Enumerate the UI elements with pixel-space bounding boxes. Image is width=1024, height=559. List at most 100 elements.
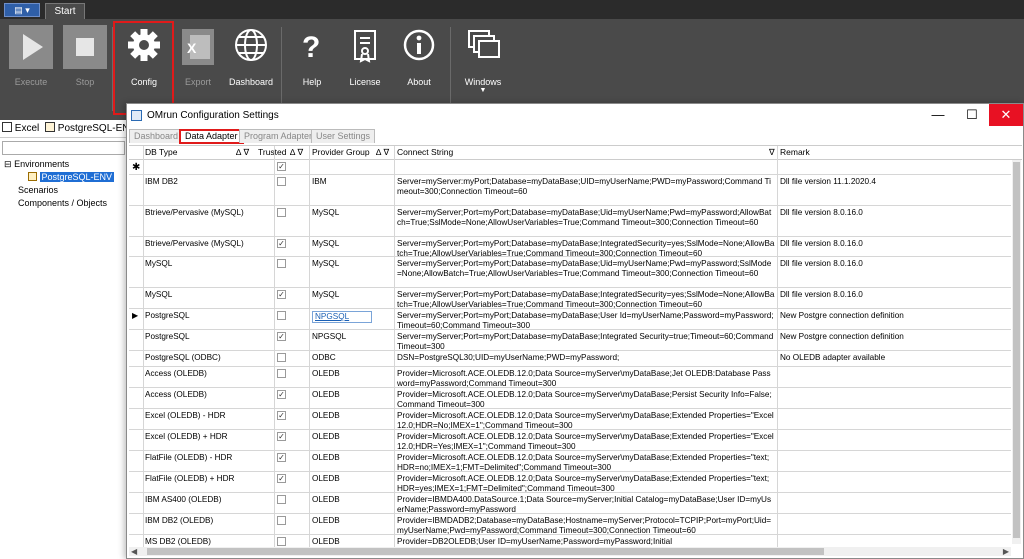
table-row[interactable]: IBM AS400 (OLEDB) OLEDB Provider=IBMDA400.… — [129, 493, 1011, 514]
trusted-checkbox[interactable] — [277, 177, 287, 189]
trusted-checkbox[interactable]: ✓ — [277, 332, 287, 342]
app-menu-button[interactable]: ▤ ▾ — [4, 3, 40, 17]
remark-cell[interactable]: No OLEDB adapter available — [780, 353, 1010, 363]
tab-user-settings[interactable]: User Settings — [311, 129, 376, 143]
table-row[interactable]: MS DB2 (OLEDB) OLEDB Provider=DB2OLEDB;Use… — [129, 535, 1011, 547]
provider-group-cell[interactable]: OLEDB — [312, 432, 394, 442]
trusted-checkbox[interactable]: ✓ — [277, 453, 287, 463]
remark-cell[interactable]: Dll file version 8.0.16.0 — [780, 259, 1010, 269]
scroll-thumb[interactable] — [147, 548, 824, 555]
sort-filter-icon[interactable]: ∆ ∇ — [376, 147, 389, 158]
connect-string-cell[interactable]: Server=myServer;Port=myPort;Database=myD… — [397, 311, 775, 330]
tree-item-postgresql-env[interactable]: PostgreSQL-ENV — [4, 171, 127, 184]
breadcrumb-db[interactable]: PostgreSQL-EN — [58, 123, 127, 134]
scroll-thumb[interactable] — [1013, 162, 1020, 538]
provider-group-cell[interactable]: OLEDB — [312, 474, 394, 484]
table-row[interactable]: FlatFile (OLEDB) + HDR ✓ OLEDB Provider=Mic… — [129, 472, 1011, 493]
column-header-remark[interactable]: Remark — [780, 147, 810, 157]
db-type-cell[interactable]: IBM DB2 (OLEDB) — [145, 516, 281, 526]
connect-string-cell[interactable]: Server=myServer;Port=myPort;Database=myD… — [397, 208, 775, 228]
table-row[interactable]: IBM DB2 IBM Server=myServer:myPort;Databas… — [129, 175, 1011, 206]
new-row[interactable]: ✱ ✓ — [129, 161, 1011, 175]
table-row[interactable]: Excel (OLEDB) + HDR ✓ OLEDB Provider=Micros… — [129, 430, 1011, 451]
db-type-cell[interactable]: Access (OLEDB) — [145, 369, 281, 379]
windows-button[interactable]: Windows ▼ — [458, 25, 508, 105]
minimize-button[interactable]: — — [921, 104, 955, 126]
maximize-button[interactable]: ☐ — [955, 104, 989, 126]
db-type-cell[interactable]: Excel (OLEDB) - HDR — [145, 411, 281, 421]
tab-dashboard[interactable]: Dashboard — [129, 129, 184, 143]
connect-string-cell[interactable]: Provider=Microsoft.ACE.OLEDB.12.0;Data S… — [397, 453, 775, 472]
trusted-checkbox[interactable]: ✓ — [277, 432, 287, 442]
remark-cell[interactable]: Dll file version 8.0.16.0 — [780, 239, 1010, 249]
tab-data-adapter[interactable]: Data Adapter — [179, 129, 244, 144]
sort-filter-icon[interactable]: ∆ ∇ — [290, 147, 303, 158]
trusted-checkbox[interactable] — [277, 353, 287, 365]
provider-group-cell[interactable]: MySQL — [312, 290, 394, 300]
provider-group-cell[interactable]: OLEDB — [312, 495, 394, 505]
tree-item-environments[interactable]: ⊟ Environments — [4, 158, 127, 171]
trusted-checkbox[interactable]: ✓ — [277, 474, 287, 484]
connect-string-cell[interactable]: Provider=Microsoft.ACE.OLEDB.12.0;Data S… — [397, 369, 775, 388]
collapse-icon[interactable]: ⊟ — [4, 159, 12, 169]
tab-program-adapter[interactable]: Program Adapter — [239, 129, 318, 143]
provider-group-cell[interactable]: NPGSQL — [312, 332, 394, 342]
dashboard-button[interactable]: Dashboard — [226, 25, 276, 105]
search-input[interactable] — [2, 141, 125, 155]
sort-filter-icon[interactable]: ∆ ∇ — [236, 147, 249, 158]
remark-cell[interactable]: Dll file version 11.1.2020.4 — [780, 177, 1010, 187]
trusted-checkbox[interactable]: ✓ — [277, 411, 287, 421]
trusted-checkbox[interactable] — [277, 259, 287, 271]
provider-group-cell[interactable]: MySQL — [312, 208, 394, 218]
trusted-checkbox[interactable] — [277, 311, 287, 323]
connect-string-cell[interactable]: Provider=DB2OLEDB;User ID=myUserName;Pas… — [397, 537, 775, 547]
column-header-provider-group[interactable]: Provider Group — [312, 147, 370, 157]
db-type-cell[interactable]: PostgreSQL (ODBC) — [145, 353, 281, 363]
provider-group-cell[interactable]: OLEDB — [312, 369, 394, 379]
trusted-checkbox[interactable] — [277, 516, 287, 528]
trusted-checkbox[interactable] — [277, 537, 287, 547]
db-type-cell[interactable]: FlatFile (OLEDB) - HDR — [145, 453, 281, 463]
trusted-checkbox[interactable]: ✓ — [277, 162, 287, 172]
provider-group-cell[interactable]: MySQL — [312, 259, 394, 269]
db-type-cell[interactable]: Btrieve/Pervasive (MySQL) — [145, 239, 281, 249]
table-row[interactable]: IBM DB2 (OLEDB) OLEDB Provider=IBMDADB2;Da… — [129, 514, 1011, 535]
tree-item-scenarios[interactable]: Scenarios — [4, 184, 127, 197]
db-type-cell[interactable]: MySQL — [145, 290, 281, 300]
table-row[interactable]: MySQL MySQL Server=myServer;Port=myPort;Da… — [129, 257, 1011, 288]
connect-string-cell[interactable]: Provider=IBMDA400.DataSource.1;Data Sour… — [397, 495, 775, 514]
table-row[interactable]: Btrieve/Pervasive (MySQL) ✓ MySQL Server=my… — [129, 237, 1011, 257]
table-row[interactable]: Btrieve/Pervasive (MySQL) MySQL Server=myS… — [129, 206, 1011, 237]
trusted-checkbox[interactable]: ✓ — [277, 239, 287, 249]
trusted-checkbox[interactable] — [277, 369, 287, 381]
stop-button[interactable]: Stop — [60, 25, 110, 105]
connect-string-cell[interactable]: Server=myServer;Port=myPort;Database=myD… — [397, 290, 775, 309]
column-header-trusted[interactable]: Trusted — [258, 147, 287, 157]
provider-group-cell[interactable]: OLEDB — [312, 537, 394, 547]
provider-group-editor[interactable]: NPGSQL — [312, 311, 372, 323]
provider-group-cell[interactable]: OLEDB — [312, 516, 394, 526]
table-row[interactable]: PostgreSQL ✓ NPGSQL Server=myServer;Port=my… — [129, 330, 1011, 351]
db-type-cell[interactable]: IBM AS400 (OLEDB) — [145, 495, 281, 505]
remark-cell[interactable]: New Postgre connection definition — [780, 332, 1010, 342]
tree-item-components[interactable]: Components / Objects — [4, 197, 127, 210]
table-row[interactable]: Access (OLEDB) OLEDB Provider=Microsoft.AC… — [129, 367, 1011, 388]
close-button[interactable]: ✕ — [989, 104, 1023, 126]
connect-string-cell[interactable]: Provider=Microsoft.ACE.OLEDB.12.0;Data S… — [397, 390, 775, 409]
db-type-cell[interactable]: PostgreSQL — [145, 332, 281, 342]
remark-cell[interactable]: New Postgre connection definition — [780, 311, 1010, 321]
connect-string-cell[interactable]: Server=myServer:myPort;Database=myDataBa… — [397, 177, 775, 197]
connect-string-cell[interactable]: Provider=Microsoft.ACE.OLEDB.12.0;Data S… — [397, 411, 775, 430]
connect-string-cell[interactable]: Provider=IBMDADB2;Database=myDataBase;Ho… — [397, 516, 775, 535]
vertical-scrollbar[interactable] — [1012, 160, 1021, 544]
column-header-connect-string[interactable]: Connect String — [397, 147, 453, 157]
dialog-title-bar[interactable]: OMrun Configuration Settings — ☐ ✕ — [127, 104, 1023, 128]
db-type-cell[interactable]: MS DB2 (OLEDB) — [145, 537, 281, 547]
help-button[interactable]: ? Help — [290, 25, 334, 105]
db-type-cell[interactable]: FlatFile (OLEDB) + HDR — [145, 474, 281, 484]
trusted-checkbox[interactable] — [277, 208, 287, 220]
execute-button[interactable]: Execute — [6, 25, 56, 105]
horizontal-scrollbar[interactable]: ◀ ▶ — [129, 547, 1011, 556]
table-row[interactable]: MySQL ✓ MySQL Server=myServer;Port=myPort;D… — [129, 288, 1011, 309]
connect-string-cell[interactable]: Server=myServer;Port=myPort;Database=myD… — [397, 332, 775, 351]
